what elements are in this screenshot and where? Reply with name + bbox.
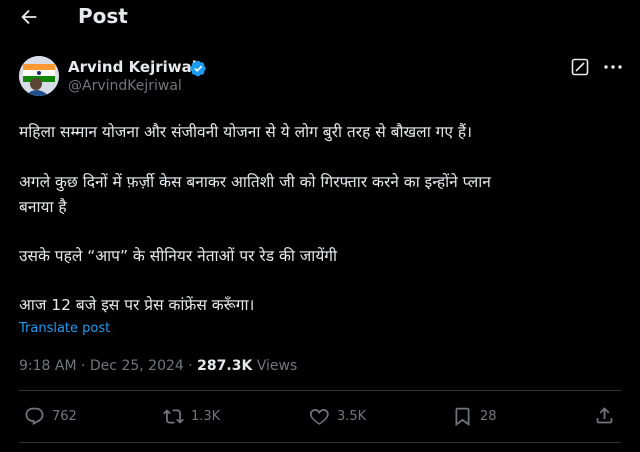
post-meta: 9:18 AM · Dec 25, 2024 · 287.3K Views <box>19 358 297 374</box>
post-text-line: उसके पहले “आप” के सीनियर नेताओं पर रेड क… <box>19 247 338 265</box>
page-title: Post <box>78 4 128 28</box>
verified-badge-icon <box>190 60 206 77</box>
views-count: 287.3K <box>197 358 253 374</box>
repost-count: 1.3K <box>191 408 221 424</box>
post-text-line: महिला सम्मान योजना और संजीवनी योजना से य… <box>19 123 472 141</box>
reply-count: 762 <box>52 408 77 424</box>
divider <box>19 442 621 443</box>
views-label: Views <box>256 358 298 374</box>
grok-button[interactable] <box>571 58 589 76</box>
avatar[interactable] <box>19 56 59 96</box>
share-button[interactable] <box>594 405 615 426</box>
more-horizontal-icon <box>604 65 622 69</box>
share-icon <box>596 407 613 424</box>
meta-separator: · <box>81 358 86 374</box>
post-text-line: आज 12 बजे इस पर प्रेस कांफ्रेंस करूँगा। <box>19 296 255 314</box>
like-count: 3.5K <box>337 408 367 424</box>
post-text-line: अगले कुछ दिनों में फ़र्ज़ी केस बनाकर आति… <box>19 173 491 191</box>
translate-post-link[interactable]: Translate post <box>19 321 110 336</box>
divider <box>19 390 621 391</box>
repost-icon <box>163 408 184 424</box>
back-button[interactable] <box>18 6 40 28</box>
bookmark-count: 28 <box>480 408 497 424</box>
more-options-button[interactable] <box>602 58 624 76</box>
top-bar: Post <box>0 0 640 36</box>
post-text-line: बनाया है <box>19 198 67 216</box>
grok-icon <box>571 58 589 76</box>
like-button[interactable]: 3.5K <box>309 404 366 428</box>
repost-button[interactable]: 1.3K <box>163 404 220 428</box>
author-handle[interactable]: @ArvindKejriwal <box>68 78 182 94</box>
post-date[interactable]: Dec 25, 2024 <box>90 358 184 374</box>
arrow-left-icon <box>21 9 37 25</box>
author-name[interactable]: Arvind Kejriwal <box>68 58 197 76</box>
reply-icon <box>25 407 44 425</box>
bookmark-button[interactable]: 28 <box>452 404 497 428</box>
meta-separator: · <box>188 358 193 374</box>
profile-photo <box>19 56 59 96</box>
reply-button[interactable]: 762 <box>24 404 77 428</box>
post-time[interactable]: 9:18 AM <box>19 358 77 374</box>
bookmark-icon <box>455 407 470 426</box>
heart-icon <box>309 408 329 425</box>
